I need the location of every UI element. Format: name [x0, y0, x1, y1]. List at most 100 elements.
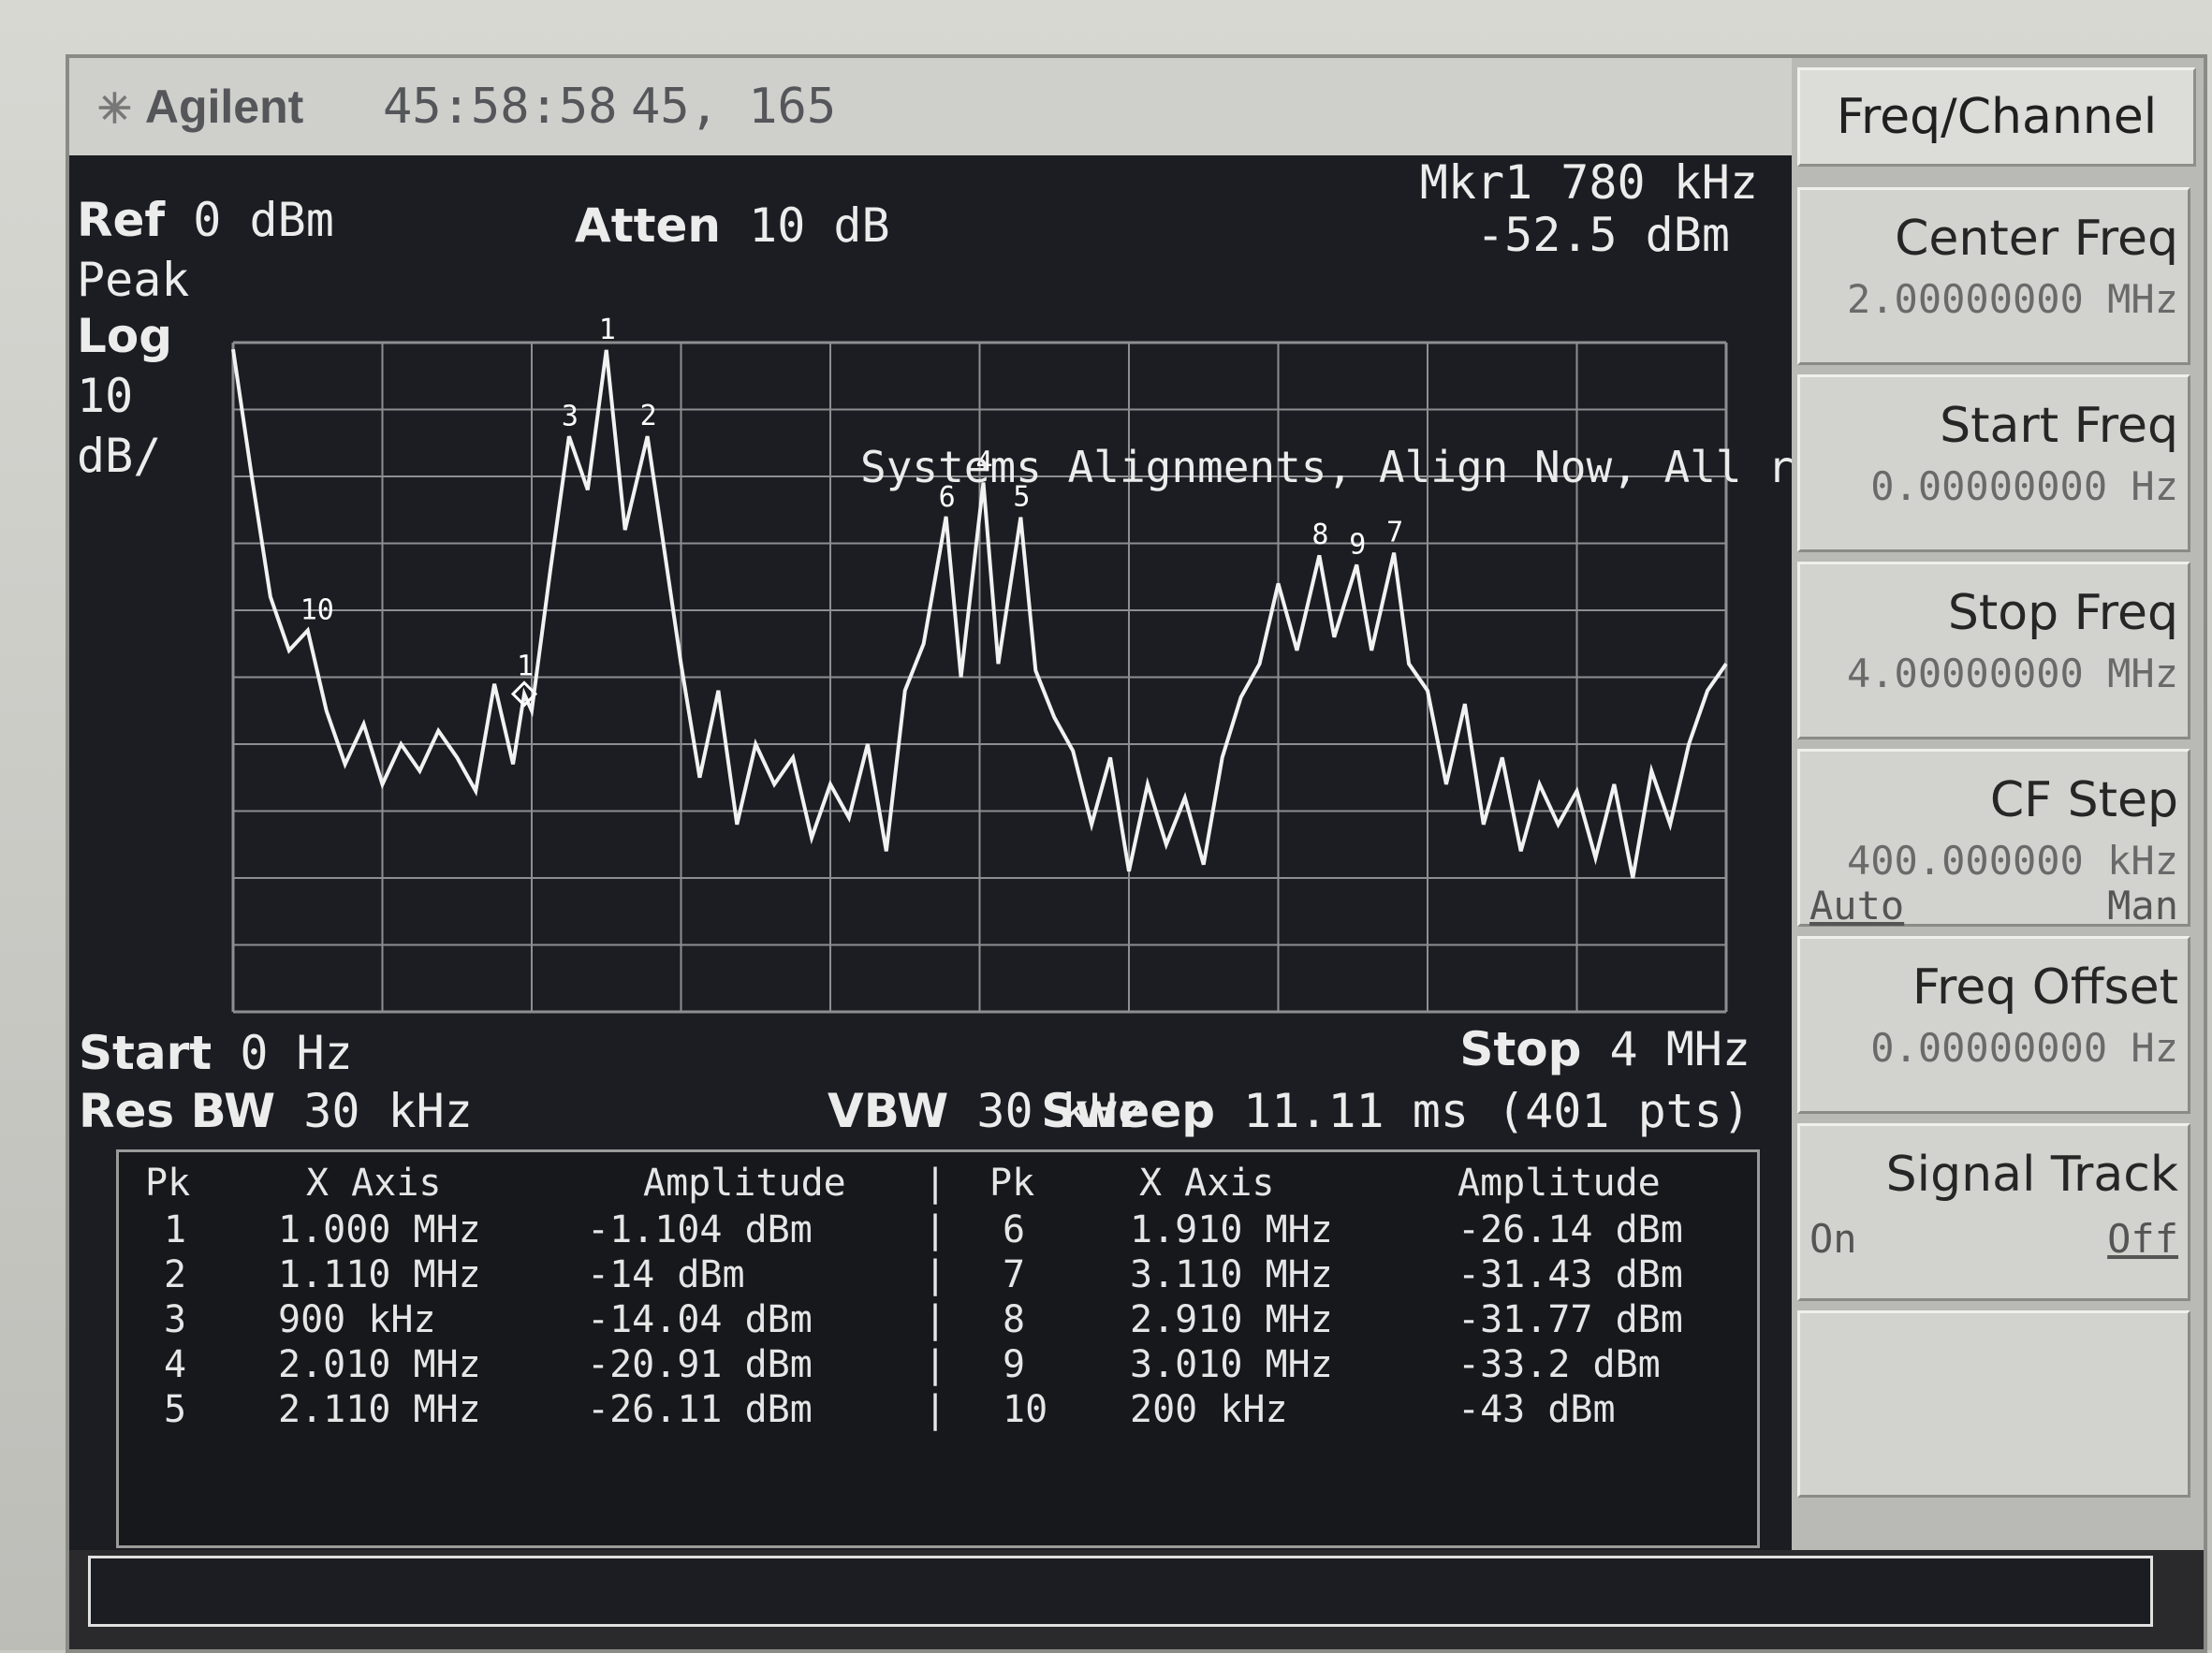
- peak-number: 4: [164, 1343, 187, 1386]
- col-separator: |: [924, 1253, 947, 1296]
- vbw-label: VBW: [828, 1084, 949, 1138]
- scale-type: Log: [77, 309, 173, 363]
- analyzer-screen: ✳ Agilent 45:58:58 45, 165 1 1 2 3 4 5 6 7 8 9 10 R…: [66, 54, 2207, 1653]
- col-header-x: X Axis: [1139, 1162, 1275, 1205]
- marker-amplitude: -52.5 dBm: [1476, 208, 1730, 262]
- cf-step-key[interactable]: CF Step 400.000000 kHz Auto Man: [1797, 749, 2190, 929]
- peak-marker-label: 7: [1386, 517, 1403, 549]
- freq-offset-key[interactable]: Freq Offset 0.00000000 Hz: [1797, 936, 2190, 1114]
- agilent-spark-icon: ✳: [97, 86, 132, 132]
- softkey-label: Freq Offset: [1912, 959, 2178, 1016]
- peak-amplitude: -31.77 dBm: [1458, 1298, 1683, 1341]
- col-header-amp: Amplitude: [1458, 1162, 1661, 1205]
- peak-amplitude: -14 dBm: [587, 1253, 745, 1296]
- col-separator: |: [924, 1162, 947, 1205]
- status-bar: ✳ Agilent 45:58:58 45, 165: [69, 58, 1792, 155]
- peak-x-value: 1.110 MHz: [278, 1253, 481, 1296]
- rbw-value: 30 kHz: [303, 1084, 473, 1138]
- man-option: Man: [2107, 883, 2178, 929]
- stop-label: Stop: [1459, 1022, 1582, 1076]
- peak-number: 2: [164, 1253, 187, 1296]
- peak-number: 8: [1003, 1298, 1026, 1341]
- atten-setting: Atten 10 dB: [575, 198, 890, 253]
- col-separator: |: [924, 1298, 947, 1341]
- softkey-value: 0.00000000 Hz: [1870, 463, 2178, 509]
- blank-softkey[interactable]: [1797, 1310, 2190, 1498]
- signal-track-key[interactable]: Signal Track On Off: [1797, 1123, 2190, 1301]
- atten-value: 10 dB: [749, 198, 890, 253]
- peak-x-value: 2.010 MHz: [278, 1343, 481, 1386]
- softkey-label: Center Freq: [1895, 211, 2178, 267]
- col-separator: |: [924, 1343, 947, 1386]
- start-label: Start: [79, 1026, 212, 1080]
- peak-number: 9: [1003, 1343, 1026, 1386]
- peak-number: 7: [1003, 1253, 1026, 1296]
- peak-x-value: 900 kHz: [278, 1298, 436, 1341]
- peak-number: 6: [1003, 1208, 1026, 1251]
- softkey-panel: Freq/Channel Center Freq 2.00000000 MHz …: [1792, 58, 2204, 1550]
- sweep-readout: Sweep 11.11 ms (401 pts): [1041, 1084, 1751, 1138]
- peak-marker-label: 8: [1311, 519, 1328, 551]
- peak-x-value: 1.910 MHz: [1130, 1208, 1333, 1251]
- scale-div: 10: [77, 369, 134, 423]
- peak-marker-label: 3: [562, 400, 579, 432]
- peak-amplitude: -1.104 dBm: [587, 1208, 813, 1251]
- peak-number: 5: [164, 1388, 187, 1431]
- softkey-label: Signal Track: [1885, 1147, 2178, 1203]
- agilent-logo: ✳ Agilent: [97, 58, 303, 158]
- peak-number: 1: [164, 1208, 187, 1251]
- logo-text: Agilent: [144, 80, 304, 133]
- peak-x-value: 1.000 MHz: [278, 1208, 481, 1251]
- start-value: 0 Hz: [240, 1026, 353, 1080]
- clock-readout: 45:58:58: [383, 79, 618, 135]
- ref-value: 0 dBm: [193, 193, 334, 247]
- rbw-readout: Res BW 30 kHz: [79, 1084, 473, 1138]
- start-freq-readout: Start 0 Hz: [79, 1026, 353, 1080]
- peak-marker-label: 1: [599, 314, 616, 346]
- peak-markers: 112345678 910: [300, 314, 1403, 708]
- peak-amplitude: -31.43 dBm: [1458, 1253, 1683, 1296]
- peak-x-value: 3.010 MHz: [1130, 1343, 1333, 1386]
- auto-option: Auto: [1809, 883, 1905, 929]
- coords-readout: 45, 165: [631, 79, 837, 135]
- softkey-value: 2.00000000 MHz: [1846, 276, 2178, 322]
- sweep-value: 11.11 ms (401 pts): [1243, 1084, 1751, 1138]
- col-header-amp: Amplitude: [643, 1162, 846, 1205]
- peak-x-value: 2.110 MHz: [278, 1388, 481, 1431]
- col-header-pk: Pk: [989, 1162, 1035, 1205]
- sweep-label: Sweep: [1041, 1084, 1216, 1138]
- peak-amplitude: -33.2 dBm: [1458, 1343, 1661, 1386]
- softkey-value: 400.000000 kHz: [1846, 838, 2178, 884]
- off-option: Off: [2107, 1216, 2178, 1262]
- peak-amplitude: -14.04 dBm: [587, 1298, 813, 1341]
- peak-marker-label: 2: [640, 400, 657, 432]
- softkey-value: 0.00000000 Hz: [1870, 1025, 2178, 1071]
- softkey-value: 4.00000000 MHz: [1846, 651, 2178, 696]
- softkey-label: CF Step: [1989, 772, 2178, 828]
- start-freq-key[interactable]: Start Freq 0.00000000 Hz: [1797, 374, 2190, 552]
- col-header-pk: Pk: [145, 1162, 191, 1205]
- spectrum-graph: 112345678 910: [231, 314, 1728, 1014]
- scale-unit: dB/: [77, 429, 162, 483]
- center-freq-key[interactable]: Center Freq 2.00000000 MHz: [1797, 187, 2190, 365]
- ref-level: Ref 0 dBm: [77, 193, 334, 247]
- message-bar: [88, 1556, 2153, 1627]
- peak-number: 10: [1003, 1388, 1048, 1431]
- ref-label: Ref: [77, 193, 166, 247]
- peak-amplitude: -26.11 dBm: [587, 1388, 813, 1431]
- peak-x-value: 200 kHz: [1130, 1388, 1288, 1431]
- peak-table: Pk X Axis Amplitude | Pk X Axis Amplitud…: [116, 1149, 1760, 1548]
- softkey-label: Stop Freq: [1947, 585, 2178, 641]
- col-separator: |: [924, 1388, 947, 1431]
- stop-freq-readout: Stop 4 MHz: [1459, 1022, 1751, 1076]
- menu-title: Freq/Channel: [1797, 67, 2196, 167]
- on-option: On: [1809, 1216, 1857, 1262]
- rbw-label: Res BW: [79, 1084, 276, 1138]
- stop-freq-key[interactable]: Stop Freq 4.00000000 MHz: [1797, 562, 2190, 739]
- peak-marker-label: 9: [1349, 528, 1366, 561]
- peak-marker-label: 10: [300, 593, 334, 626]
- peak-amplitude: -26.14 dBm: [1458, 1208, 1683, 1251]
- peak-x-value: 2.910 MHz: [1130, 1298, 1333, 1341]
- stop-value: 4 MHz: [1609, 1022, 1751, 1076]
- peak-number: 3: [164, 1298, 187, 1341]
